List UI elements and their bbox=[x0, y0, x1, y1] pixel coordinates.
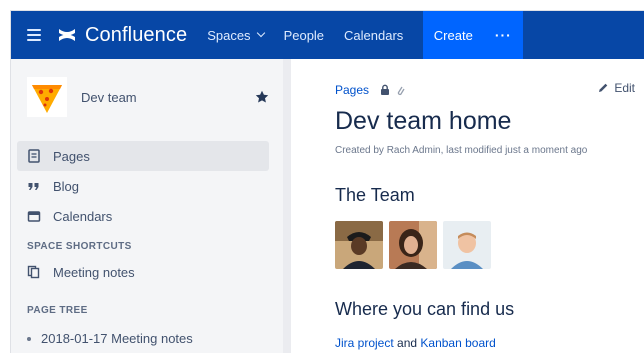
page-tree-item-label: 2018-01-17 Meeting notes bbox=[41, 331, 193, 346]
lock-icon[interactable] bbox=[379, 84, 391, 96]
chevron-down-icon bbox=[256, 28, 265, 38]
sidebar-item-blog[interactable]: Blog bbox=[17, 171, 269, 201]
avatar[interactable] bbox=[443, 221, 491, 269]
confluence-window: Confluence Spaces People Calendars Creat… bbox=[10, 10, 644, 353]
space-header: Dev team bbox=[27, 77, 273, 117]
create-button[interactable]: Create bbox=[423, 11, 484, 59]
sidebar-item-label: Calendars bbox=[53, 208, 113, 224]
pencil-icon bbox=[599, 83, 608, 92]
space-avatar-icon[interactable] bbox=[27, 77, 67, 117]
shortcut-label: Meeting notes bbox=[53, 264, 135, 280]
sidebar-resize-handle[interactable] bbox=[283, 59, 291, 353]
page-content: Pages Edit Dev team home Created by Rach… bbox=[291, 59, 644, 353]
shortcut-meeting-notes[interactable]: Meeting notes bbox=[17, 257, 269, 287]
nav-spaces-dropdown[interactable]: Spaces bbox=[207, 27, 265, 43]
kanban-board-link[interactable]: Kanban board bbox=[420, 336, 495, 350]
space-shortcuts-heading: SPACE SHORTCUTS bbox=[27, 241, 132, 252]
brand-name: Confluence bbox=[85, 23, 188, 46]
sidebar-item-pages[interactable]: Pages bbox=[17, 141, 269, 171]
avatar[interactable] bbox=[335, 221, 383, 269]
confluence-logo[interactable]: Confluence bbox=[57, 24, 187, 47]
find-us-heading: Where you can find us bbox=[335, 299, 515, 319]
space-name[interactable]: Dev team bbox=[81, 90, 255, 105]
bullet-icon bbox=[27, 336, 31, 341]
breadcrumb-pages-link[interactable]: Pages bbox=[335, 83, 369, 97]
edit-button[interactable]: Edit bbox=[597, 81, 635, 95]
jira-project-link[interactable]: Jira project bbox=[335, 336, 394, 350]
page-tree-item[interactable]: 2018-01-17 Meeting notes bbox=[27, 331, 193, 346]
hamburger-menu-icon[interactable] bbox=[27, 29, 41, 41]
top-nav-bar: Confluence Spaces People Calendars Creat… bbox=[11, 11, 644, 59]
links-paragraph: Jira project and Kanban board bbox=[335, 336, 496, 350]
nav-calendars[interactable]: Calendars bbox=[344, 28, 403, 43]
edit-label: Edit bbox=[614, 81, 635, 95]
space-sidebar: Dev team Pages Blog Calendars SPACE SHOR… bbox=[11, 59, 283, 353]
sidebar-item-label: Pages bbox=[53, 148, 90, 164]
page-title: Dev team home bbox=[335, 107, 512, 135]
attachment-icon[interactable] bbox=[395, 84, 405, 96]
team-avatars bbox=[335, 221, 491, 269]
breadcrumb: Pages bbox=[335, 83, 405, 97]
sidebar-item-label: Blog bbox=[53, 178, 80, 194]
calendar-icon bbox=[27, 211, 41, 222]
avatar[interactable] bbox=[389, 221, 437, 269]
page-tree-heading: PAGE TREE bbox=[27, 305, 88, 316]
nav-spaces-label: Spaces bbox=[207, 27, 251, 43]
pages-icon bbox=[28, 149, 40, 163]
star-icon[interactable] bbox=[255, 90, 269, 104]
copy-page-icon bbox=[27, 265, 40, 279]
create-more-button[interactable]: ··· bbox=[483, 11, 524, 59]
confluence-x-icon bbox=[59, 29, 75, 41]
nav-people[interactable]: People bbox=[284, 28, 324, 43]
page-byline: Created by Rach Admin, last modified jus… bbox=[335, 145, 588, 156]
blog-quote-icon bbox=[28, 183, 39, 190]
team-heading: The Team bbox=[335, 185, 415, 205]
sidebar-item-calendars[interactable]: Calendars bbox=[17, 201, 269, 231]
links-connector: and bbox=[393, 336, 421, 350]
